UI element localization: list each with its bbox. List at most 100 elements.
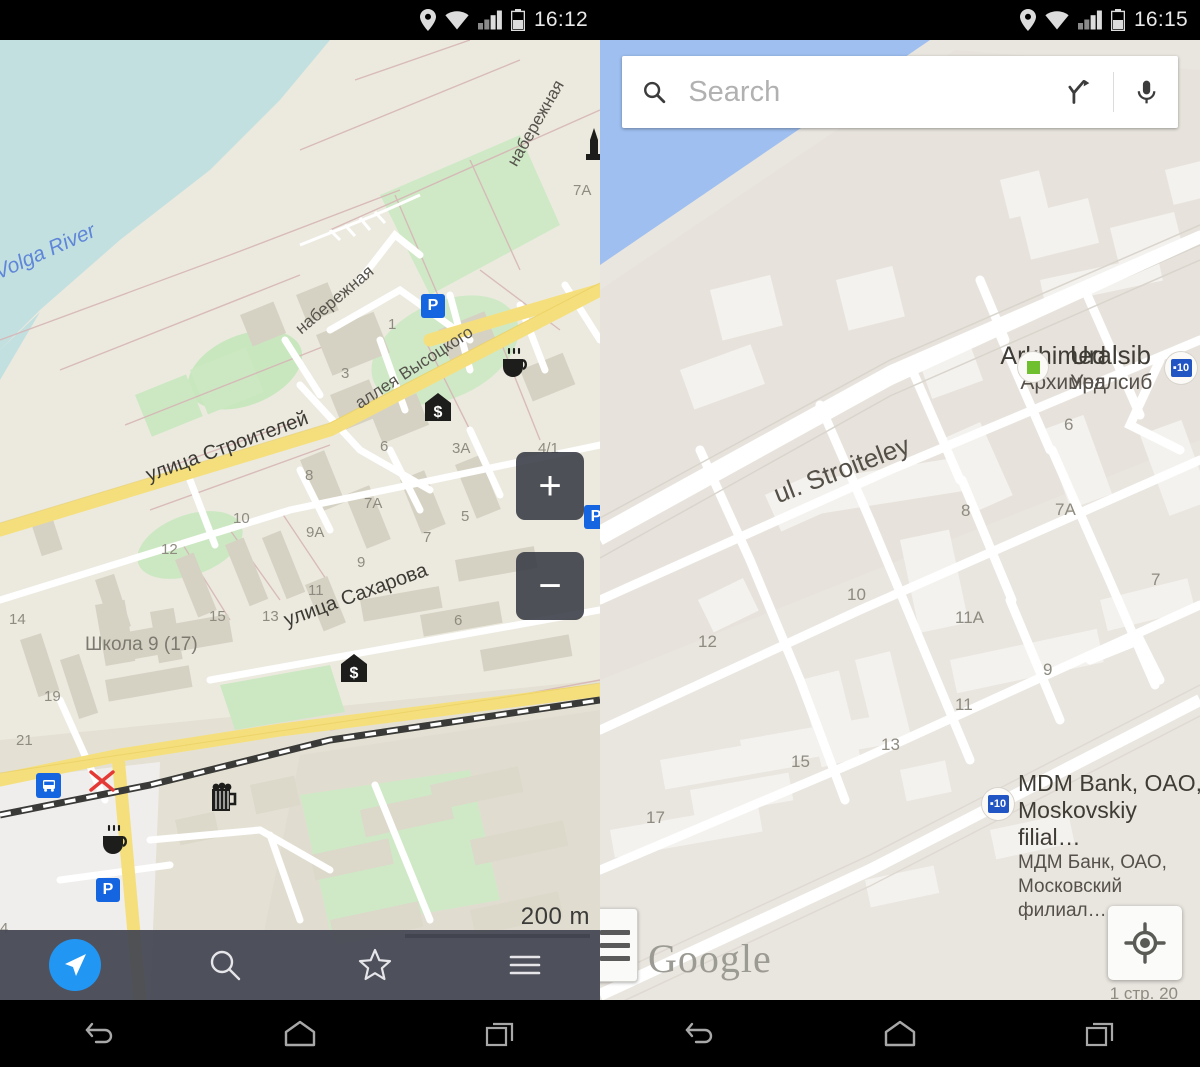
bank-icon: $ xyxy=(341,654,367,682)
house-number: 19 xyxy=(44,688,61,705)
poi-name-latin-line1: MDM Bank, OAO, xyxy=(1018,770,1200,796)
navigation-arrow-icon[interactable] xyxy=(49,939,101,991)
house-number: 8 xyxy=(305,467,314,484)
battery-icon xyxy=(510,9,525,31)
bottom-item-favorites[interactable] xyxy=(300,947,450,983)
house-number: 10 xyxy=(233,510,250,527)
house-number: 15 xyxy=(791,752,810,771)
house-number: 12 xyxy=(698,632,717,651)
signal-icon xyxy=(1077,10,1102,30)
layers-line xyxy=(600,929,630,935)
parking-icon: P xyxy=(96,878,120,902)
house-number: 12 xyxy=(161,541,178,558)
hamburger-menu-icon[interactable] xyxy=(508,952,542,978)
nav-back-button[interactable] xyxy=(600,1017,800,1051)
house-number: 11 xyxy=(308,582,324,599)
recents-icon[interactable] xyxy=(1084,1019,1116,1049)
status-bar-right: 16:15 xyxy=(600,0,1200,40)
poi-mdm-bank[interactable]: MDM Bank, OAO, Moskovskiy filial… МДМ Ба… xyxy=(1018,770,1200,923)
nav-back-button[interactable] xyxy=(0,1017,200,1051)
location-pin-icon xyxy=(1019,9,1036,31)
layers-button[interactable] xyxy=(600,908,638,982)
search-bar[interactable] xyxy=(622,56,1178,128)
bottom-item-navigate[interactable] xyxy=(0,939,150,991)
house-number: 7 xyxy=(423,529,432,546)
left-map-panel[interactable]: Volga River набережная набережная аллея … xyxy=(0,40,600,1000)
bottom-toolbar[interactable] xyxy=(0,930,600,1000)
house-number: 14 xyxy=(9,611,26,628)
android-navbar-left[interactable] xyxy=(0,1000,600,1067)
poi-name-cyrillic-line1: МДМ Банк, ОАО, xyxy=(1018,852,1167,874)
wifi-icon xyxy=(445,11,469,30)
house-number: 9 xyxy=(1043,660,1053,679)
parking-p10-icon[interactable]: ▪10 xyxy=(982,788,1014,820)
nav-recents-button[interactable] xyxy=(400,1019,600,1049)
svg-text:$: $ xyxy=(434,404,443,421)
house-number: 6 xyxy=(380,438,389,455)
bottom-item-search[interactable] xyxy=(150,948,300,982)
cafe-icon xyxy=(103,825,127,854)
home-icon[interactable] xyxy=(882,1019,918,1049)
house-number: 13 xyxy=(262,608,279,625)
house-number: 9A xyxy=(306,524,325,541)
star-icon[interactable] xyxy=(357,947,393,983)
house-number: 7 xyxy=(1151,570,1161,589)
directions-icon[interactable] xyxy=(1065,75,1093,109)
microphone-icon[interactable] xyxy=(1134,75,1158,109)
bank-icon: $ xyxy=(425,393,451,421)
status-clock-left: 16:12 xyxy=(533,8,588,31)
status-bar-left: 16:12 xyxy=(0,0,600,40)
zoom-in-label: + xyxy=(538,464,562,508)
house-number: 17 xyxy=(646,808,665,827)
zoom-out-button[interactable]: − xyxy=(516,552,584,620)
wifi-icon xyxy=(1045,11,1069,30)
house-number: 11 xyxy=(955,695,973,714)
search-input[interactable] xyxy=(666,75,1066,109)
nav-home-button[interactable] xyxy=(200,1019,400,1049)
home-icon[interactable] xyxy=(282,1019,318,1049)
dual-screenshot: 16:12 16:15 Volga River набережная набер… xyxy=(0,0,1200,1067)
house-number: 15 xyxy=(209,608,226,625)
android-navbar-right[interactable] xyxy=(600,1000,1200,1067)
layers-line xyxy=(600,942,630,948)
house-number: 9 xyxy=(357,554,366,571)
pub-icon xyxy=(212,782,237,811)
house-number: 11A xyxy=(955,608,984,627)
bottom-item-menu[interactable] xyxy=(450,952,600,978)
zoom-in-button[interactable]: + xyxy=(516,452,584,520)
house-number: 3A xyxy=(452,440,471,457)
back-icon[interactable] xyxy=(683,1017,717,1051)
recents-icon[interactable] xyxy=(484,1019,516,1049)
svg-text:$: $ xyxy=(350,665,359,682)
level-crossing-icon xyxy=(89,770,115,792)
search-icon[interactable] xyxy=(642,77,666,107)
google-watermark: Google xyxy=(648,936,772,981)
green-square-poi-icon[interactable] xyxy=(1018,352,1048,382)
parking-p10-icon[interactable]: ▪10 xyxy=(1165,352,1197,384)
poi-name-latin-line2: Moskovskiy filial… xyxy=(1018,797,1137,851)
left-map-canvas[interactable] xyxy=(0,40,600,1000)
status-clock-right: 16:15 xyxy=(1133,8,1188,31)
house-number: 1 xyxy=(388,316,397,333)
my-location-icon[interactable] xyxy=(1123,921,1167,965)
house-number: 10 xyxy=(847,585,866,604)
cafe-icon xyxy=(503,348,527,377)
nav-home-button[interactable] xyxy=(800,1019,1000,1049)
zoom-out-label: − xyxy=(538,564,562,608)
location-pin-icon xyxy=(419,9,436,31)
house-number: 6 xyxy=(1064,415,1074,434)
map-corner-text: 1 стр. 20 xyxy=(1109,984,1178,1000)
search-divider xyxy=(1112,72,1114,112)
nav-recents-button[interactable] xyxy=(1000,1019,1200,1049)
right-map-panel[interactable]: ul. Stroiteley Arkhimed Архимед Uralsib … xyxy=(600,40,1200,1000)
layers-line xyxy=(600,955,630,961)
my-location-button[interactable] xyxy=(1108,906,1182,980)
battery-icon xyxy=(1110,9,1125,31)
house-number: 7A xyxy=(573,182,592,199)
parking-icon: P xyxy=(584,505,600,529)
search-icon[interactable] xyxy=(208,948,242,982)
house-number: 13 xyxy=(881,735,900,754)
house-number: 8 xyxy=(961,501,971,520)
back-icon[interactable] xyxy=(83,1017,117,1051)
place-label-school: Школа 9 (17) xyxy=(85,634,198,655)
